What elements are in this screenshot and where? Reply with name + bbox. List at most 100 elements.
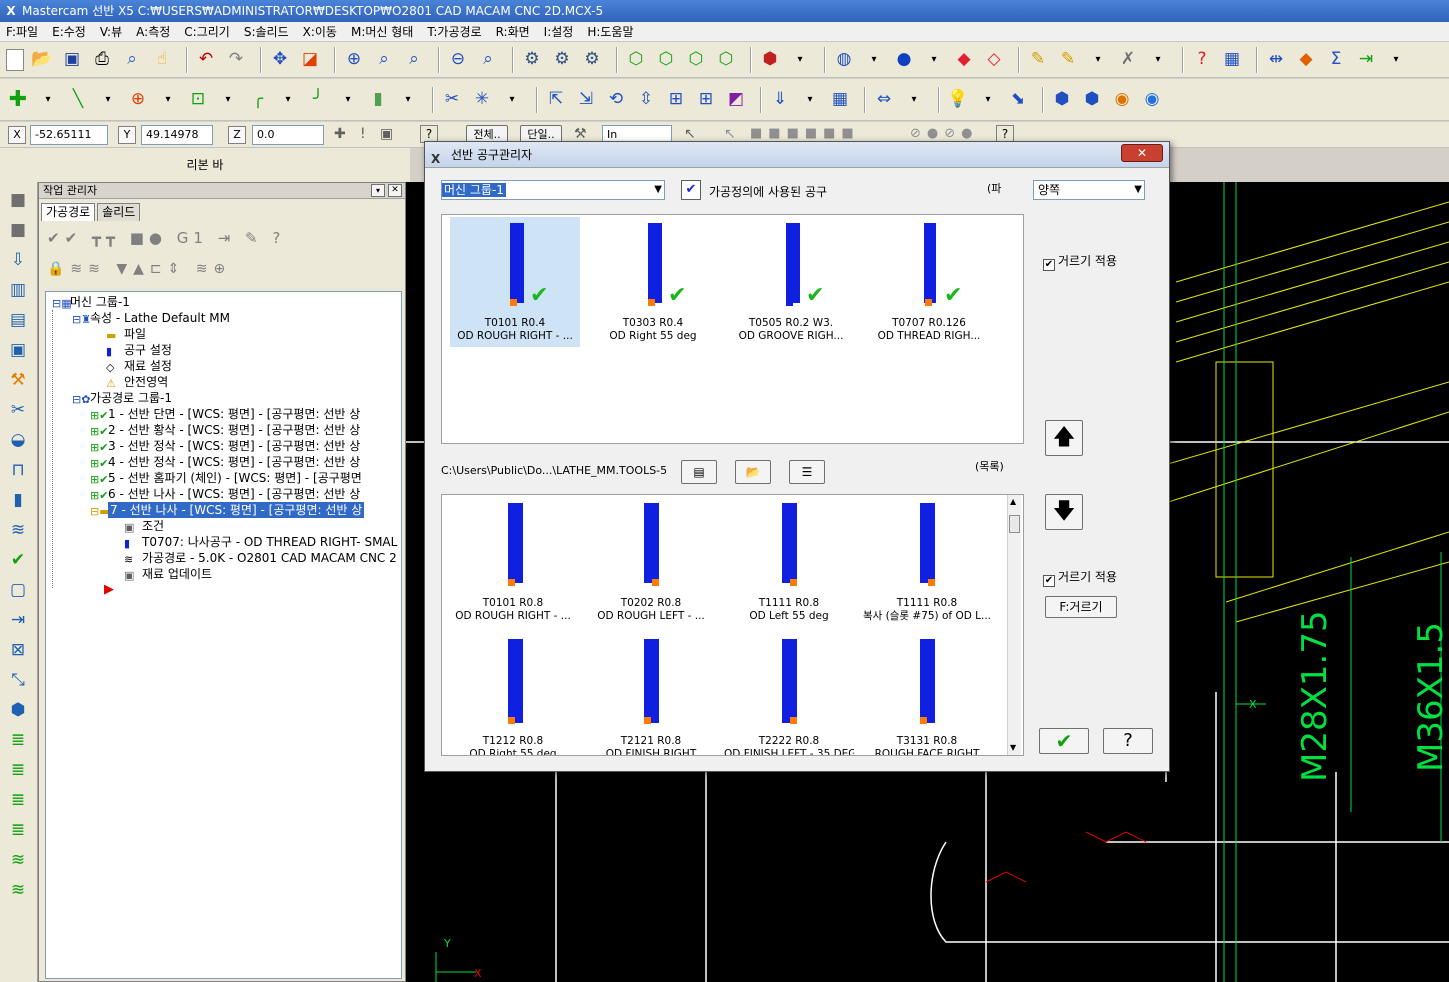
top-view-icon[interactable]: ⬡ (654, 48, 678, 72)
lathe-groove-icon[interactable]: ⚒ (6, 368, 30, 392)
tree-node-op-2[interactable]: ⊞✔2 - 선반 황삭 - [WCS: 평면] - [공구평면: 선반 상 (90, 422, 360, 438)
lathe-cutoff-icon[interactable]: ✂ (6, 398, 30, 422)
dropdown-arrow-icon[interactable]: ▾ (976, 88, 1000, 112)
mirror-icon[interactable]: ⇲ (574, 88, 598, 112)
dropdown-arrow-icon[interactable]: ▾ (500, 88, 524, 112)
save-icon[interactable]: ▣ (60, 48, 84, 72)
shape-icon[interactable]: ◆ (1294, 48, 1318, 72)
lathe-rough-tool-icon[interactable]: ▥ (6, 278, 30, 302)
library-tool-item[interactable]: T0101 R0.8 OD ROUGH RIGHT - ... (448, 499, 578, 629)
lathe-spring-icon[interactable]: ≋ (6, 518, 30, 542)
tree-node-safety-zone[interactable]: ⚠ 안전영역 (106, 374, 168, 390)
tree-node-tool-settings[interactable]: ▮ 공구 설정 (106, 342, 172, 358)
dropdown-arrow-icon[interactable]: ▾ (1384, 48, 1408, 72)
selection-filter-icons[interactable]: ■■■■■■ (750, 126, 860, 141)
dropdown-arrow-icon[interactable]: ▾ (336, 88, 360, 112)
menu-edit[interactable]: E:수정 (52, 23, 86, 40)
dropdown-arrow-icon[interactable]: ▾ (862, 48, 886, 72)
filter-apply-checkbox-top[interactable]: ✔ 거르기 적용 (1043, 252, 1117, 271)
side-select[interactable]: 양쪽 ▼ (1033, 180, 1145, 200)
menu-view[interactable]: V:뷰 (100, 23, 122, 40)
scroll-down-icon[interactable]: ▼ (1010, 743, 1016, 752)
tree-node-tool[interactable]: ▮ T0707: 나사공구 - OD THREAD RIGHT- SMAL (124, 534, 397, 550)
pencils-icon[interactable]: ✎ (1056, 48, 1080, 72)
opmgr-toolbar-2[interactable]: 🔒≋≋ ▼▲⊏⇕ ≋⊕ (47, 261, 231, 277)
lathe-transfer-icon[interactable]: ⇥ (6, 608, 30, 632)
dimension-icon[interactable]: ⇔ (872, 88, 896, 112)
zoom-out-icon[interactable]: ⌕ (476, 48, 500, 72)
library-tool-item[interactable]: T2121 R0.8 OD FINISH RIGHT (586, 639, 716, 755)
menu-analyze[interactable]: A:측정 (136, 23, 170, 40)
eraser-outline-icon[interactable]: ◇ (982, 48, 1006, 72)
verify-icon[interactable]: ⚙ (580, 48, 604, 72)
new-library-icon[interactable]: ▤ (681, 460, 717, 484)
menu-create[interactable]: C:그리기 (184, 23, 230, 40)
x-coord-input[interactable]: -52.65111 (30, 125, 108, 145)
undo-icon[interactable]: ↶ (194, 48, 218, 72)
help-button[interactable]: ? (1103, 728, 1153, 754)
cylinder-icon[interactable]: ▮ (366, 88, 390, 112)
break-icon[interactable]: ✳ (470, 88, 494, 112)
list-view-icon[interactable]: ☰ (789, 460, 825, 484)
cursor-icon[interactable]: ↖ (684, 126, 696, 142)
menu-screen[interactable]: R:화면 (496, 23, 530, 40)
menu-xform[interactable]: X:이동 (303, 23, 337, 40)
tree-node-op-7[interactable]: ⊟▬7 - 선반 나사 - [WCS: 평면] - [공구평면: 선반 상 (90, 502, 401, 518)
dialog-close-button[interactable]: ✕ (1121, 144, 1163, 162)
tree-node-op-4[interactable]: ⊞✔4 - 선반 정삭 - [WCS: 평면] - [공구평면: 선반 상 (90, 454, 360, 470)
solid-2-icon[interactable]: ■ (6, 218, 30, 242)
help-pointer-icon[interactable]: ☝ (150, 48, 174, 72)
menu-settings[interactable]: I:설정 (544, 23, 574, 40)
tree-node-machine-group[interactable]: ⊟▦머신 그룹-1 (52, 294, 130, 310)
chamfer-icon[interactable]: ╯ (306, 88, 330, 112)
dropdown-arrow-icon[interactable]: ▾ (36, 88, 60, 112)
library-scrollbar[interactable]: ▲ ▼ (1007, 495, 1021, 755)
lathe-path-6-icon[interactable]: ≋ (6, 878, 30, 902)
selection-extra-icons[interactable]: ⊘●⊘● (910, 126, 978, 141)
circle-icon[interactable]: ⊕ (126, 88, 150, 112)
scroll-up-icon[interactable]: ▲ (1010, 497, 1016, 506)
shaded-sphere-icon[interactable]: ● (892, 48, 916, 72)
tile-view-icon[interactable]: ▦ (1220, 48, 1244, 72)
dropdown-arrow-icon[interactable]: ▾ (902, 88, 926, 112)
machine-group-select[interactable]: 머신 그룹-1 ▼ (441, 180, 665, 200)
tree-node-toolpath[interactable]: ≋ 가공경로 - 5.0K - O2801 CAD MACAM CNC 2 (124, 550, 397, 566)
z-coord-input[interactable]: 0.0 (252, 125, 324, 145)
lathe-path-4-icon[interactable]: ≣ (6, 818, 30, 842)
library-tool-item[interactable]: T1111 R0.8 OD Left 55 deg (724, 499, 854, 629)
open-library-icon[interactable]: 📂 (735, 460, 771, 484)
offset-icon[interactable]: ⊞ (664, 88, 688, 112)
rectangle-icon[interactable]: ⊡ (186, 88, 210, 112)
tree-node-op-5[interactable]: ⊞✔5 - 선반 홈파기 (체인) - [WCS: 평면] - [공구평면 (90, 470, 362, 486)
tree-node-properties[interactable]: ⊟♜속성 - Lathe Default MM (72, 310, 230, 326)
move-down-button[interactable]: 🡇 (1045, 494, 1083, 530)
project-icon[interactable]: ⊞ (694, 88, 718, 112)
library-tool-item[interactable]: T1212 R0.8 OD Right 55 deg (448, 639, 578, 755)
point-icon[interactable]: ✚ (6, 88, 30, 112)
tree-node-parameters[interactable]: ▣ 조건 (124, 518, 164, 534)
construction-icon[interactable]: ⬊ (1006, 88, 1030, 112)
pan-icon[interactable]: ✥ (268, 48, 292, 72)
lathe-box-icon[interactable]: ▢ (6, 578, 30, 602)
dropdown-arrow-icon[interactable]: ▾ (788, 48, 812, 72)
fillet-icon[interactable]: ╭ (246, 88, 270, 112)
unzoom-icon[interactable]: ⊖ (446, 48, 470, 72)
dropdown-arrow-icon[interactable]: ▾ (1086, 48, 1110, 72)
pencil-icon[interactable]: ✎ (1026, 48, 1050, 72)
right-view-icon[interactable]: ⬡ (714, 48, 738, 72)
new-file-icon[interactable] (6, 48, 24, 71)
menu-file[interactable]: F:파일 (6, 23, 38, 40)
sigma-icon[interactable]: Σ (1324, 48, 1348, 72)
lathe-path-2-icon[interactable]: ≣ (6, 758, 30, 782)
front-view-icon[interactable]: ⬡ (684, 48, 708, 72)
dropdown-arrow-icon[interactable]: ▾ (1146, 48, 1170, 72)
stretch-icon[interactable]: ◩ (724, 88, 748, 112)
library-tool-item[interactable]: T2222 R0.8 OD FINISH LEFT - 35 DEG (724, 639, 854, 755)
eraser-icon[interactable]: ◆ (952, 48, 976, 72)
tree-node-op-1[interactable]: ⊞✔1 - 선반 단면 - [WCS: 평면] - [공구평면: 선반 상 (90, 406, 360, 422)
print-icon[interactable]: ⎙ (90, 48, 114, 72)
help-cursor-icon[interactable]: ? (1190, 48, 1214, 72)
cube-view-icon[interactable]: ⬢ (758, 48, 782, 72)
move-up-button[interactable]: 🡅 (1045, 420, 1083, 456)
filter-apply-checkbox-bottom[interactable]: ✔ 거르기 적용 (1043, 568, 1117, 587)
